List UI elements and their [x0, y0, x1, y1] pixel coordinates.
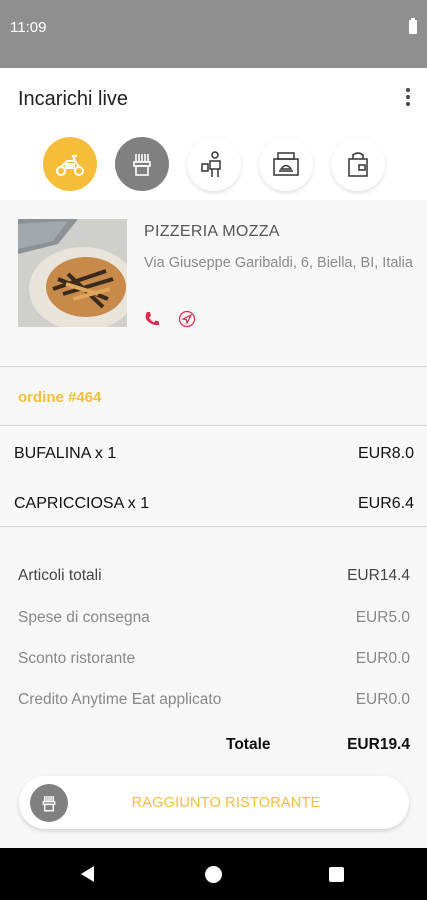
system-nav-bar — [0, 848, 427, 900]
status-bar: 11:09 — [0, 0, 427, 68]
step-scooter[interactable] — [43, 137, 97, 191]
action-label: RAGGIUNTO RISTORANTE — [131, 795, 321, 811]
bag-icon — [348, 152, 368, 177]
list-item: CAPRICCIOSA x 1 EUR6.4 — [0, 489, 427, 519]
app-bar: Incarichi live — [0, 68, 427, 130]
courier-icon — [201, 151, 221, 177]
step-courier[interactable] — [187, 137, 241, 191]
total-label: Credito Anytime Eat applicato — [18, 691, 222, 708]
status-time: 11:09 — [10, 19, 47, 36]
home-icon[interactable] — [205, 866, 222, 883]
step-shop[interactable] — [259, 137, 313, 191]
item-price: EUR6.4 — [357, 495, 414, 512]
more-vert-icon[interactable] — [403, 88, 413, 108]
reached-restaurant-button[interactable]: RAGGIUNTO RISTORANTE — [19, 776, 409, 829]
scooter-icon — [56, 155, 84, 176]
page-title: Incarichi live — [18, 88, 129, 110]
phone-icon[interactable] — [143, 310, 161, 333]
grand-total-row: Totale EUR19.4 — [0, 732, 427, 758]
grand-total-label: Totale — [226, 736, 271, 753]
step-bag[interactable] — [331, 137, 385, 191]
restaurant-icon — [133, 154, 151, 176]
order-number: ordine #464 — [18, 389, 102, 406]
total-value: EUR5.0 — [355, 609, 410, 626]
restaurant-name: PIZZERIA MOZZA — [144, 223, 280, 240]
item-name: CAPRICCIOSA x 1 — [14, 495, 150, 512]
step-restaurant[interactable] — [115, 137, 169, 191]
list-item: BUFALINA x 1 EUR8.0 — [0, 439, 427, 469]
total-label: Sconto ristorante — [18, 650, 136, 667]
total-value: EUR0.0 — [355, 650, 410, 667]
total-row: Spese di consegna EUR5.0 — [0, 605, 427, 631]
item-name: BUFALINA x 1 — [14, 445, 117, 462]
total-row: Articoli totali EUR14.4 — [0, 563, 427, 589]
total-label: Articoli totali — [18, 567, 102, 584]
battery-icon — [409, 18, 417, 34]
order-items: BUFALINA x 1 EUR8.0 CAPRICCIOSA x 1 EUR6… — [0, 427, 427, 527]
restaurant-address: Via Giuseppe Garibaldi, 6, Biella, BI, I… — [144, 255, 413, 271]
total-label: Spese di consegna — [18, 609, 150, 626]
back-icon[interactable] — [81, 866, 94, 882]
recents-icon[interactable] — [329, 867, 344, 882]
shop-icon — [273, 152, 299, 176]
navigation-icon[interactable] — [178, 310, 196, 333]
restaurant-photo — [18, 219, 127, 327]
order-header: ordine #464 — [0, 368, 427, 426]
total-row: Sconto ristorante EUR0.0 — [0, 646, 427, 672]
restaurant-card: PIZZERIA MOZZA Via Giuseppe Garibaldi, 6… — [0, 200, 427, 367]
progress-steps — [0, 130, 427, 200]
total-value: EUR0.0 — [355, 691, 410, 708]
total-row: Credito Anytime Eat applicato EUR0.0 — [0, 687, 427, 713]
total-value: EUR14.4 — [347, 567, 410, 584]
item-price: EUR8.0 — [357, 445, 414, 462]
grand-total-value: EUR19.4 — [347, 736, 410, 753]
